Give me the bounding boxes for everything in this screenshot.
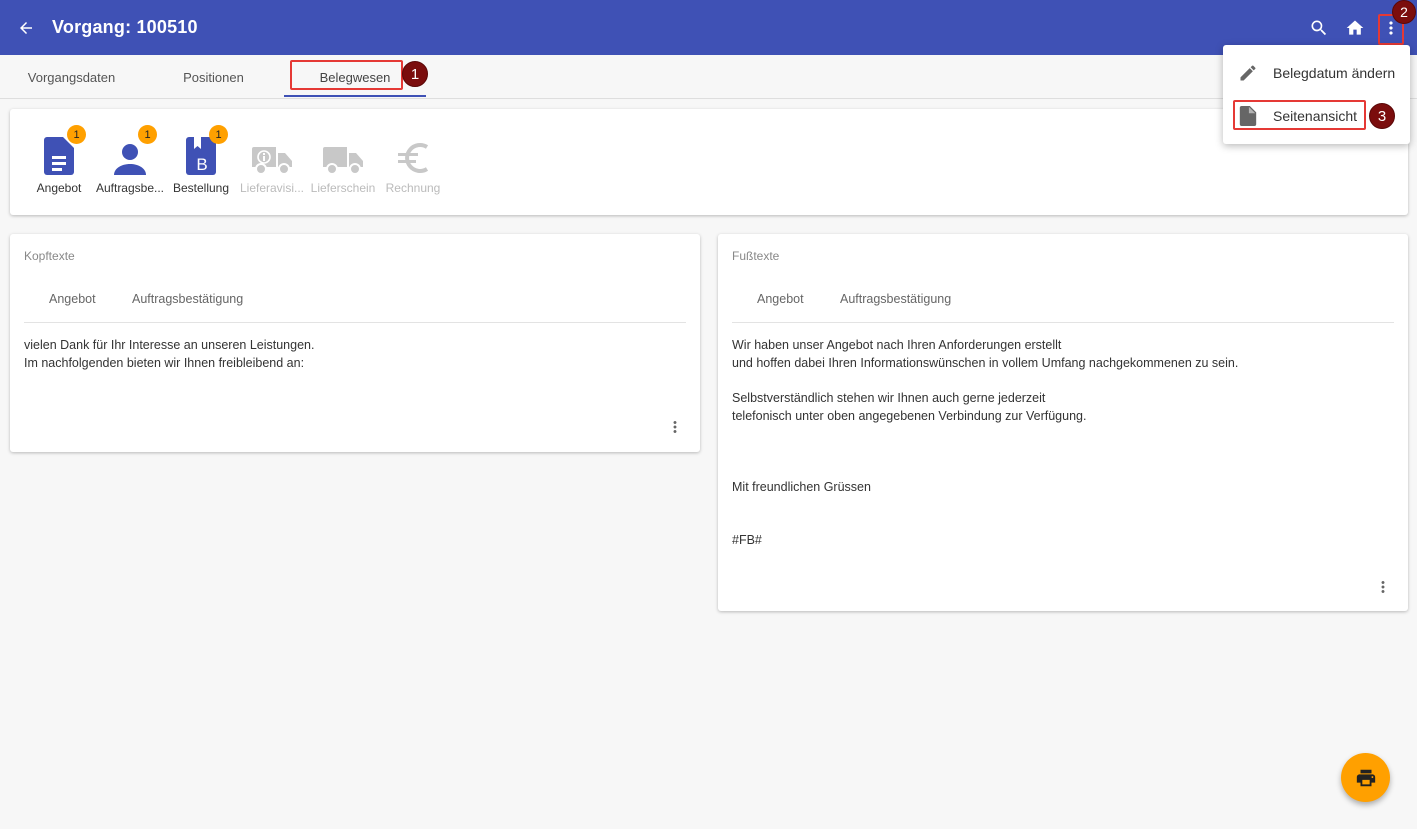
highlight-seitenansicht	[1233, 100, 1366, 130]
doc-label: Lieferavisi...	[239, 181, 305, 195]
doc-lieferavis: Lieferavisi...	[237, 131, 307, 203]
kopftexte-line: vielen Dank für Ihr Interesse an unseren…	[24, 338, 315, 352]
kopftexte-tab-angebot[interactable]: Angebot	[49, 292, 96, 306]
kopftexte-more-button[interactable]	[665, 417, 685, 437]
annotation-marker-2: 2	[1392, 0, 1416, 24]
divider	[24, 322, 686, 323]
person-icon	[114, 144, 146, 175]
kopftexte-line: Im nachfolgenden bieten wir Ihnen freibl…	[24, 356, 305, 370]
document-icon	[44, 137, 74, 175]
doc-label: Auftragsbe...	[95, 181, 165, 195]
kopftexte-title: Kopftexte	[24, 249, 75, 263]
back-button[interactable]	[0, 0, 52, 55]
kopftexte-card: Kopftexte Angebot Auftragsbestätigung vi…	[10, 234, 700, 452]
doc-angebot[interactable]: 1 Angebot	[24, 125, 94, 203]
badge-count: 1	[67, 125, 86, 144]
doc-label: Lieferschein	[310, 181, 376, 195]
pencil-icon	[1240, 65, 1256, 81]
fusstexte-line: Selbstverständlich stehen wir Ihnen auch…	[732, 391, 1046, 405]
documents-card: 1 Angebot 1 Auftragsbe... B 1 Bestellung…	[10, 109, 1408, 215]
more-vert-icon	[673, 421, 677, 433]
arrow-back-icon	[20, 21, 32, 34]
app-bar: Vorgang: 100510	[0, 0, 1417, 55]
page-title: Vorgang: 100510	[52, 17, 198, 37]
doc-label: Angebot	[36, 181, 82, 195]
annotation-marker-3: 3	[1369, 103, 1395, 129]
fusstexte-title: Fußtexte	[732, 249, 780, 263]
fusstexte-line: telefonisch unter oben angegebenen Verbi…	[732, 409, 1087, 423]
highlight-belegwesen-tab	[290, 60, 403, 90]
doc-label: Bestellung	[172, 181, 230, 195]
book-b-icon: B	[186, 137, 216, 175]
print-icon	[1356, 769, 1375, 786]
menu-item-label: Belegdatum ändern	[1273, 65, 1396, 81]
active-tab-indicator	[284, 95, 426, 97]
fusstexte-tab-angebot[interactable]: Angebot	[757, 292, 804, 306]
menu-item-belegdatum-aendern[interactable]: Belegdatum ändern	[1223, 52, 1410, 94]
print-button[interactable]	[1341, 753, 1390, 802]
home-icon	[1346, 20, 1364, 35]
divider	[732, 322, 1394, 323]
badge-count: 1	[138, 125, 157, 144]
fusstexte-line: Wir haben unser Angebot nach Ihren Anfor…	[732, 338, 1062, 352]
kopftexte-tab-auftragsbestaetigung[interactable]: Auftragsbestätigung	[132, 292, 243, 306]
tab-positionen[interactable]: Positionen	[143, 55, 284, 99]
fusstexte-tab-auftragsbestaetigung[interactable]: Auftragsbestätigung	[840, 292, 951, 306]
fusstexte-line: und hoffen dabei Ihren Informationswünsc…	[732, 356, 1239, 370]
doc-label: Rechnung	[385, 181, 441, 195]
badge-count: 1	[209, 125, 228, 144]
more-vert-icon	[1381, 581, 1385, 593]
doc-rechnung: Rechnung	[378, 131, 448, 203]
svg-text:B: B	[196, 155, 207, 174]
doc-auftragsbestaetigung[interactable]: 1 Auftragsbe...	[95, 125, 165, 203]
fusstexte-line: #FB#	[732, 533, 762, 547]
doc-lieferschein: Lieferschein	[308, 131, 378, 203]
tab-vorgangsdaten[interactable]: Vorgangsdaten	[0, 55, 143, 99]
fusstexte-more-button[interactable]	[1373, 577, 1393, 597]
truck-icon	[323, 147, 363, 175]
fusstexte-line: Mit freundlichen Grüssen	[732, 480, 871, 494]
search-icon	[1311, 20, 1327, 35]
euro-icon	[398, 143, 429, 173]
annotation-marker-1: 1	[402, 61, 428, 87]
tab-bar: Vorgangsdaten Positionen Belegwesen	[0, 55, 1417, 99]
doc-bestellung[interactable]: B 1 Bestellung	[166, 125, 236, 203]
fusstexte-card: Fußtexte Angebot Auftragsbestätigung Wir…	[718, 234, 1408, 611]
truck-info-icon	[252, 147, 292, 175]
